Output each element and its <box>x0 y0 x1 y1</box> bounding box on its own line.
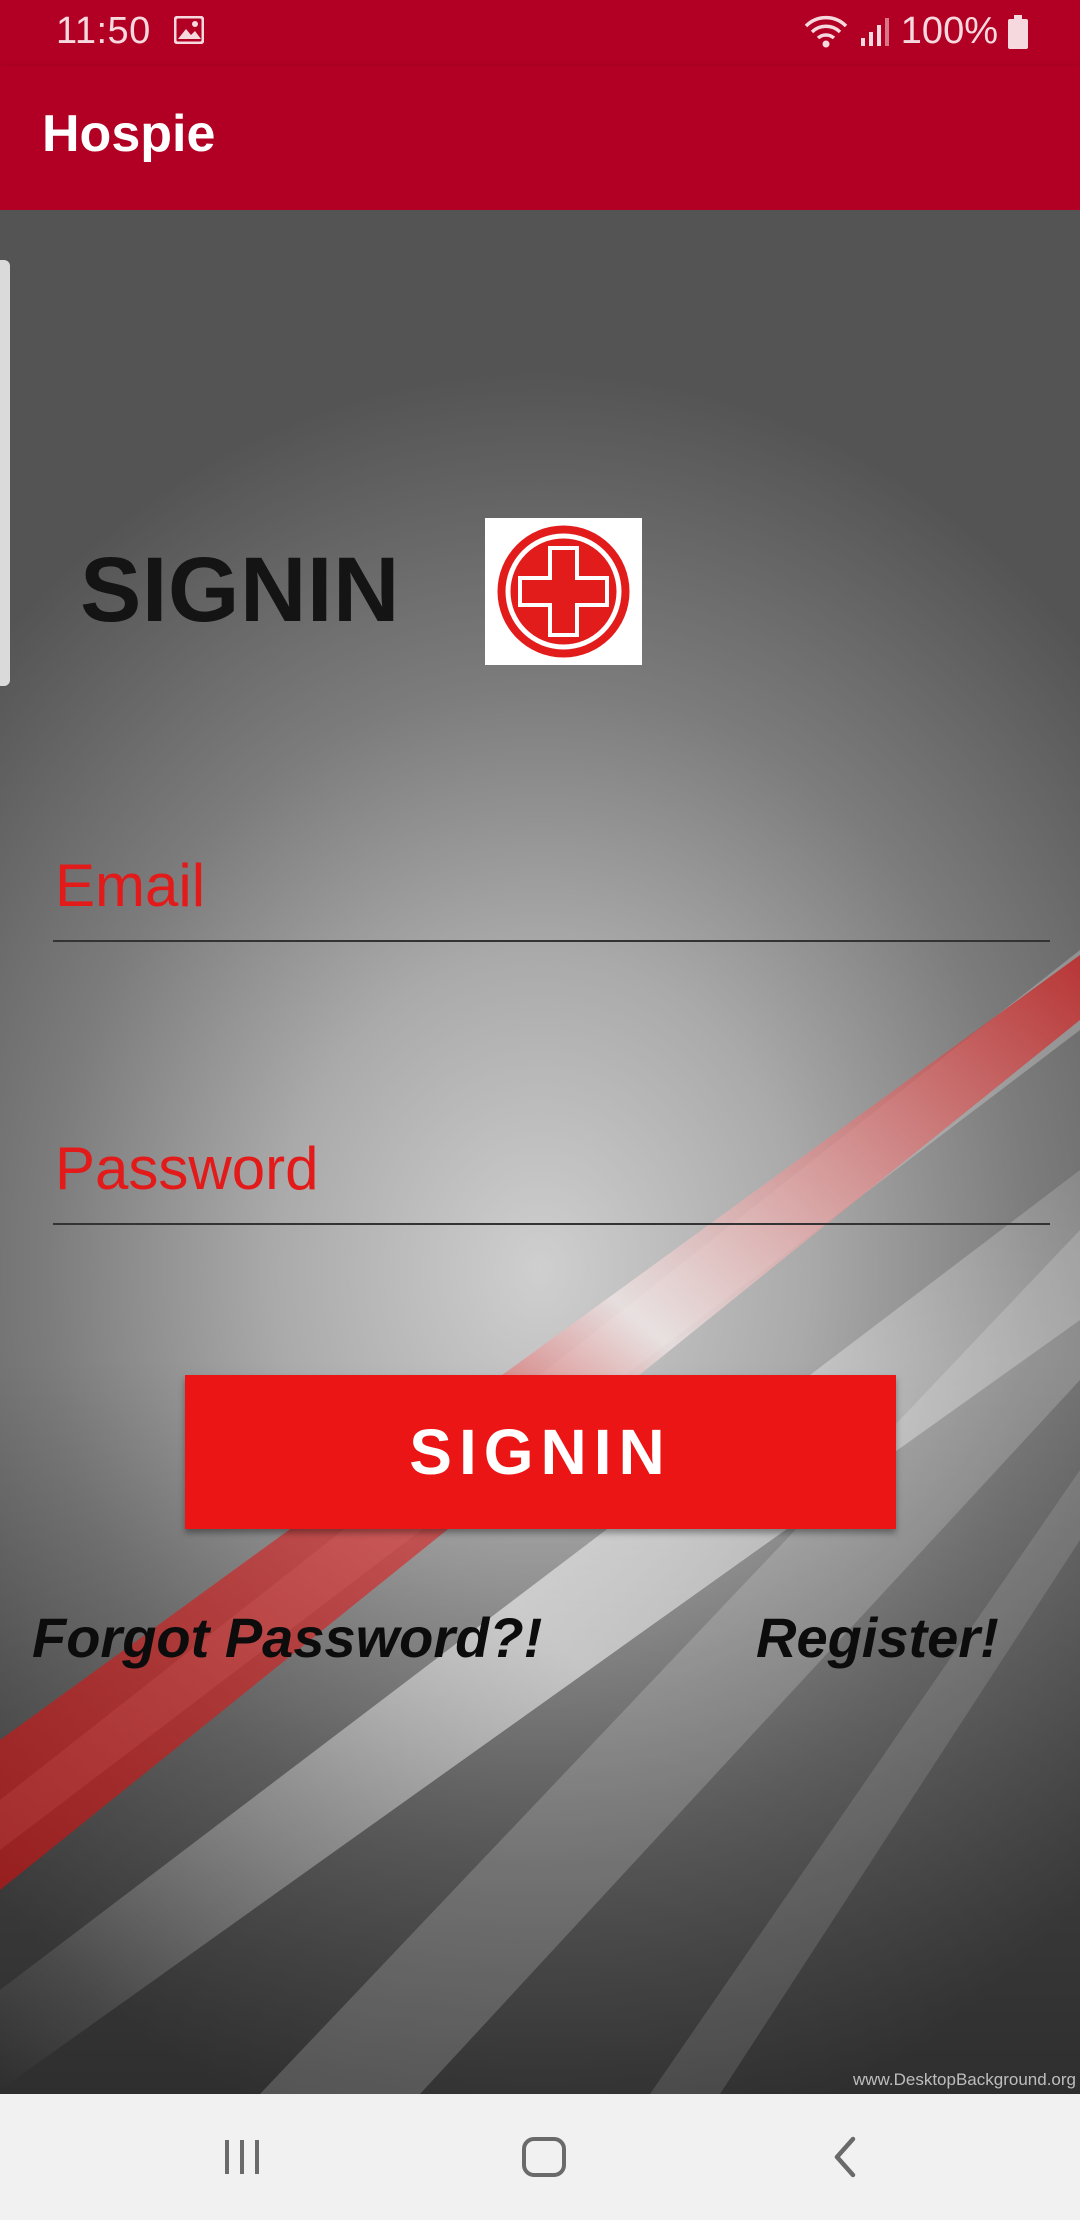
edge-panel-handle[interactable] <box>0 260 10 686</box>
signin-button[interactable]: SIGNIN <box>185 1375 896 1529</box>
battery-text: 100% <box>900 10 998 52</box>
signin-heading-row: SIGNIN <box>80 510 400 670</box>
status-indicators: 100% <box>803 10 1028 53</box>
signin-heading: SIGNIN <box>80 538 400 641</box>
battery-icon <box>1008 14 1028 49</box>
status-time: 11:50 <box>56 10 151 52</box>
register-link[interactable]: Register! <box>756 1605 999 1670</box>
watermark: www.DesktopBackground.org <box>852 2070 1076 2089</box>
app-bar: Hospie <box>0 66 1080 210</box>
password-input[interactable] <box>53 1113 1050 1223</box>
password-field[interactable] <box>53 1113 1050 1225</box>
email-field[interactable] <box>53 830 1050 942</box>
navigation-bar <box>0 2094 1080 2220</box>
status-bar: 11:50 100% <box>0 0 1080 66</box>
signin-content: SIGNIN SIGNIN Forgot Password?! Register… <box>0 210 1080 2094</box>
home-icon[interactable] <box>509 2122 579 2192</box>
recents-icon[interactable] <box>207 2122 277 2192</box>
screen: 11:50 100% Hospie SIGNIN Email SIGNIN Fo… <box>0 0 1080 2220</box>
signal-icon <box>859 16 891 48</box>
wifi-icon <box>803 14 849 50</box>
app-title: Hospie <box>42 105 216 163</box>
image-icon <box>173 15 205 45</box>
forgot-password-link[interactable]: Forgot Password?! <box>32 1605 542 1670</box>
red-cross-icon <box>485 518 642 665</box>
email-input[interactable] <box>53 830 1050 940</box>
back-icon[interactable] <box>810 2122 880 2192</box>
